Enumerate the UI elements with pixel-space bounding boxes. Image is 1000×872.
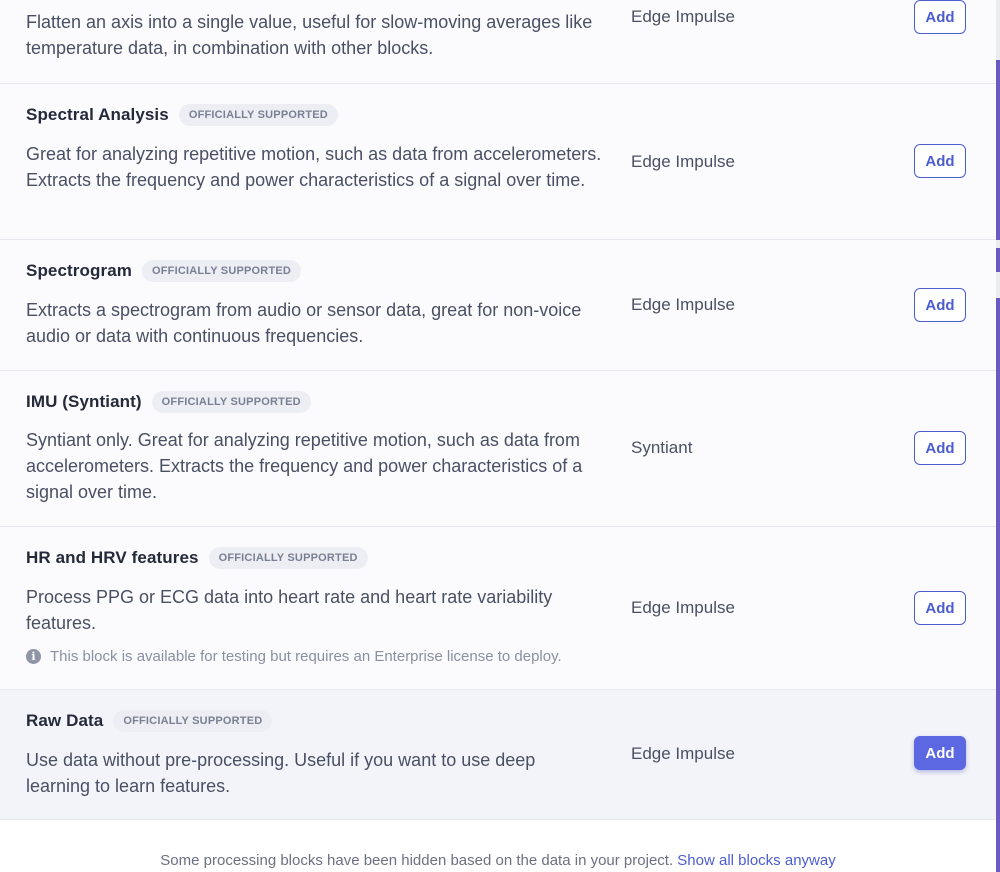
block-row-spectral-analysis: Spectral Analysis OFFICIALLY SUPPORTED G… [0,84,996,240]
block-row-flatten: Flatten an axis into a single value, use… [0,0,996,84]
block-author: Edge Impulse [631,152,735,171]
block-author: Edge Impulse [631,598,735,617]
block-title: Spectrogram [26,261,132,280]
block-author: Edge Impulse [631,295,735,314]
block-title: Raw Data [26,711,104,730]
info-icon: i [26,649,41,664]
block-description: Extracts a spectrogram from audio or sen… [26,300,582,346]
edge-accent [996,298,1000,872]
add-block-button[interactable]: Add [914,0,966,34]
block-author: Edge Impulse [631,7,735,26]
block-description: Process PPG or ECG data into heart rate … [26,587,553,633]
official-badge: OFFICIALLY SUPPORTED [178,104,338,126]
add-block-button[interactable]: Add [914,736,966,770]
block-title-line: Spectral Analysis OFFICIALLY SUPPORTED [26,104,338,126]
add-block-button[interactable]: Add [914,591,966,625]
block-description: Great for analyzing repetitive motion, s… [26,144,602,190]
show-all-blocks-link[interactable]: Show all blocks anyway [677,852,835,869]
block-title: Spectral Analysis [26,105,169,124]
block-title: IMU (Syntiant) [26,392,142,411]
block-description: Use data without pre-processing. Useful … [26,750,536,796]
block-author: Syntiant [631,438,693,457]
add-block-button[interactable]: Add [914,144,966,178]
hidden-blocks-footer: Some processing blocks have been hidden … [0,852,996,869]
block-title-line: HR and HRV features OFFICIALLY SUPPORTED [26,547,368,569]
block-title-line: IMU (Syntiant) OFFICIALLY SUPPORTED [26,391,311,413]
block-author: Edge Impulse [631,744,735,763]
edge-accent [996,248,1000,272]
block-description: Syntiant only. Great for analyzing repet… [26,430,583,502]
note-text: This block is available for testing but … [50,648,562,665]
official-badge: OFFICIALLY SUPPORTED [151,391,311,413]
add-block-button[interactable]: Add [914,288,966,322]
background-page-edge [996,0,1000,872]
footer-text: Some processing blocks have been hidden … [160,852,674,869]
block-title-line: Raw Data OFFICIALLY SUPPORTED [26,710,273,732]
official-badge: OFFICIALLY SUPPORTED [208,547,368,569]
block-row-hr-hrv-features: HR and HRV features OFFICIALLY SUPPORTED… [0,527,996,690]
block-title-line: Spectrogram OFFICIALLY SUPPORTED [26,260,302,282]
block-title: HR and HRV features [26,548,199,567]
block-description: Flatten an axis into a single value, use… [26,12,593,58]
edge-accent [996,60,1000,240]
block-row-raw-data: Raw Data OFFICIALLY SUPPORTED Use data w… [0,690,996,820]
processing-blocks-list: Flatten an axis into a single value, use… [0,0,996,872]
add-block-button[interactable]: Add [914,431,966,465]
official-badge: OFFICIALLY SUPPORTED [113,710,273,732]
official-badge: OFFICIALLY SUPPORTED [141,260,302,282]
enterprise-license-note: i This block is available for testing bu… [26,648,562,665]
block-row-imu-syntiant: IMU (Syntiant) OFFICIALLY SUPPORTED Synt… [0,371,996,527]
block-row-spectrogram: Spectrogram OFFICIALLY SUPPORTED Extract… [0,240,996,371]
